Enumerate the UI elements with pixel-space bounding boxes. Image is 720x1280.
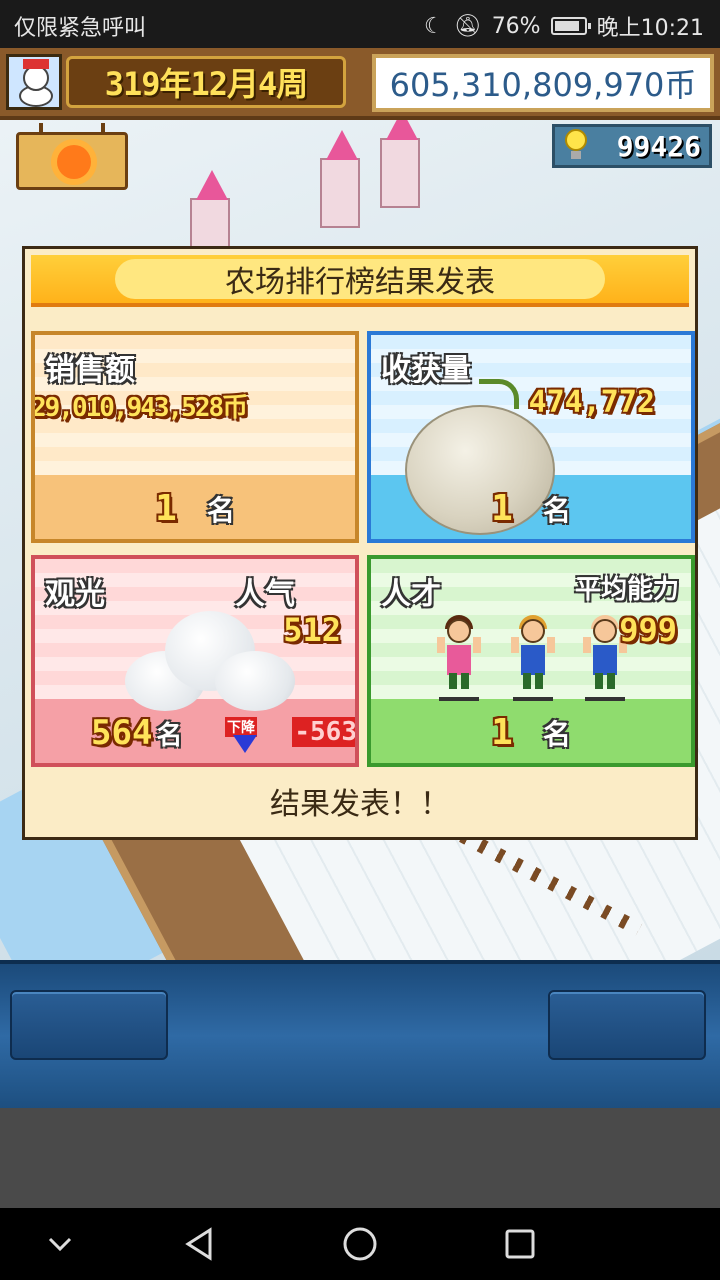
back-icon[interactable] <box>180 1224 220 1264</box>
empty-area <box>0 1108 720 1208</box>
lightbulb-icon <box>563 129 589 161</box>
money-display: 605,310,809,970币 <box>372 54 714 112</box>
castle-tower <box>380 110 420 208</box>
bottom-control-bar <box>0 960 720 1108</box>
tourism-rank: 564 名 <box>91 713 183 753</box>
game-date: 319年12月4周 <box>66 56 346 108</box>
harvest-value: 474,772 <box>528 385 655 420</box>
panel-header: 农场排行榜结果发表 <box>31 255 689 307</box>
trend-label: 下降 <box>225 717 257 737</box>
snowman-icon[interactable] <box>6 54 62 110</box>
harvest-card: 收获量 474,772 1 名 <box>367 331 695 543</box>
status-bar: 仅限紧急呼叫 ☾ 🔕︎ 76% 晚上10:21 <box>0 0 720 48</box>
research-points-value: 99426 <box>616 129 701 163</box>
tourism-card: 观光 人气 512 564 名 下降 -563 <box>31 555 359 767</box>
carrier-text: 仅限紧急呼叫 <box>14 16 147 41</box>
sales-label: 销售额 <box>45 353 135 388</box>
result-announcement: 结果发表！！ <box>270 787 450 822</box>
talent-label: 人才 <box>381 577 441 612</box>
right-menu-button[interactable] <box>548 990 706 1060</box>
recent-apps-icon[interactable] <box>500 1224 540 1264</box>
talent-rank: 1 名 <box>491 712 571 753</box>
harvest-label: 收获量 <box>381 353 471 388</box>
sun-icon[interactable] <box>16 123 128 190</box>
left-menu-button[interactable] <box>10 990 168 1060</box>
worker-avatar <box>509 613 557 703</box>
worker-avatar <box>435 613 483 703</box>
sales-rank: 1 名 <box>155 488 235 529</box>
mute-icon: 🔕︎ <box>453 13 482 39</box>
home-icon[interactable] <box>340 1224 380 1264</box>
down-arrow-icon: 下降 <box>225 717 265 757</box>
clock: 晚上10:21 <box>596 16 704 41</box>
panel-title: 农场排行榜结果发表 <box>225 265 495 300</box>
ranking-result-panel[interactable]: 农场排行榜结果发表 销售额 29,010,943,528币 1 名 收获量 47… <box>22 246 698 840</box>
status-icons: ☾ 🔕︎ 76% 晚上10:21 <box>424 10 704 42</box>
talent-card: 人才 平均能力 999 1 名 <box>367 555 695 767</box>
moon-icon: ☾ <box>424 13 444 39</box>
snow-pile-icon <box>105 611 295 711</box>
castle-tower <box>320 130 360 228</box>
collapse-chevron-icon[interactable] <box>40 1224 80 1264</box>
sales-card: 销售额 29,010,943,528币 1 名 <box>31 331 359 543</box>
research-points[interactable]: 99426 <box>552 124 712 168</box>
sales-value: 29,010,943,528币 <box>31 393 248 423</box>
battery-icon <box>550 17 591 35</box>
avg-ability-label: 平均能力 <box>574 575 679 605</box>
battery-percent: 76% <box>491 13 541 39</box>
tourism-label: 观光 <box>45 577 105 612</box>
popularity-value: 512 <box>283 611 341 649</box>
system-nav-bar <box>0 1208 720 1280</box>
trend-value: -563 <box>292 717 357 747</box>
avg-ability-value: 999 <box>619 611 677 649</box>
top-hud: 319年12月4周 605,310,809,970币 <box>0 48 720 120</box>
harvest-rank: 1 名 <box>491 488 571 529</box>
popularity-label: 人气 <box>235 577 295 612</box>
